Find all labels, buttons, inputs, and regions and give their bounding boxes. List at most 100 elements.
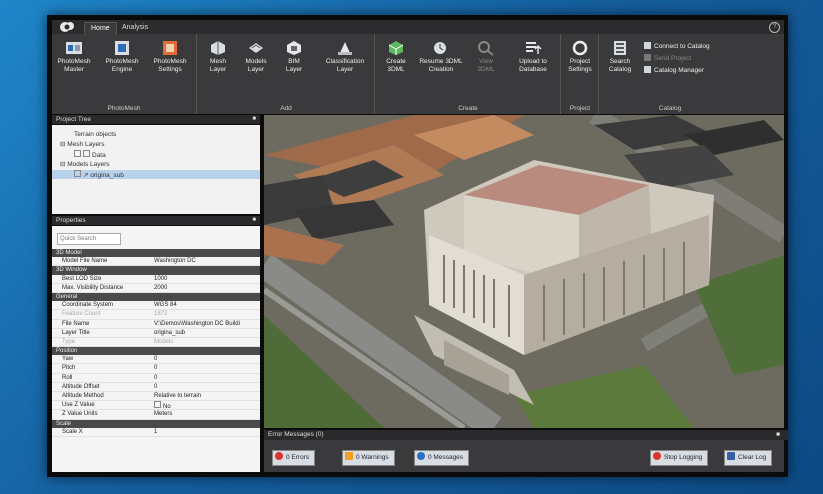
property-row[interactable]: Yaw 0 — [52, 355, 260, 365]
project-tree-header: Project Tree ■ — [52, 115, 260, 124]
checkbox-icon[interactable] — [74, 150, 81, 157]
pin-icon[interactable]: ■ — [252, 216, 256, 225]
property-row[interactable]: Scale X1 — [52, 428, 260, 437]
property-category[interactable]: 3D Window — [52, 266, 260, 275]
create-3dml-icon — [388, 41, 404, 55]
stop-logging-button[interactable]: Stop Logging — [650, 450, 709, 466]
property-row[interactable]: Best LOD Size 1000 — [52, 275, 260, 284]
tree-node-origina-sub[interactable]: ↗ origina_sub — [52, 170, 260, 179]
photomesh-settings-button[interactable]: PhotoMesh Settings — [152, 40, 188, 74]
upload-to-database-button[interactable]: Upload to Database — [512, 40, 554, 74]
tree-node-data[interactable]: Data — [74, 150, 106, 159]
photomesh-engine-icon — [115, 41, 129, 55]
warnings-filter-button[interactable]: 0 Warnings — [342, 450, 395, 466]
bim-layer-icon — [287, 41, 301, 55]
pin-icon[interactable]: ■ — [776, 430, 780, 440]
connect-to-catalog-button[interactable]: Connect to Catalog — [644, 42, 710, 52]
photomesh-master-icon — [66, 42, 82, 54]
property-row[interactable]: Altitude Offset 0 — [52, 383, 260, 392]
photomesh-settings-icon — [163, 41, 177, 55]
create-3dml-button[interactable]: Create 3DML — [378, 40, 414, 74]
mesh-layer-icon — [211, 41, 225, 55]
send-project-button[interactable]: Send Project — [644, 54, 691, 64]
property-row[interactable]: Model File Name Washington DC — [52, 257, 260, 267]
group-photomesh: PhotoMesh Master PhotoMesh Engine PhotoM… — [52, 34, 197, 114]
tab-analysis[interactable]: Analysis — [116, 22, 154, 34]
ribbon-tab-bar: Home Analysis ? — [52, 20, 784, 35]
property-row[interactable]: Coordinate System WGS 84 — [52, 301, 260, 311]
group-title-catalog: Catalog — [658, 105, 682, 112]
catalog-manager-button[interactable]: Catalog Manager — [644, 66, 704, 76]
clear-log-button[interactable]: Clear Log — [724, 450, 773, 466]
property-row[interactable]: File Name V:\Demos\Washington DC Buildi — [52, 320, 260, 329]
send-icon — [644, 54, 651, 61]
help-icon[interactable]: ? — [769, 22, 780, 33]
property-category[interactable]: 3D Model — [52, 249, 260, 258]
upload-icon — [526, 42, 542, 54]
layer-icon — [83, 150, 90, 157]
connect-icon — [644, 42, 651, 49]
classification-layer-icon — [338, 42, 352, 55]
resume-3dml-creation-button[interactable]: Resume 3DML Creation — [418, 40, 464, 74]
property-category[interactable]: Scale — [52, 419, 260, 428]
property-grid: 3D Model Model File Name Washington DC 3D… — [52, 249, 260, 437]
clear-icon — [727, 452, 735, 460]
group-title-add: Add — [280, 105, 292, 112]
classification-layer-button[interactable]: Classification Layer — [320, 40, 370, 74]
checkbox-icon[interactable] — [74, 170, 81, 177]
models-layer-icon — [249, 43, 263, 53]
expand-icon[interactable]: ⊟ — [60, 161, 65, 168]
view-3dml-button[interactable]: View 3DML — [468, 40, 504, 74]
mesh-layer-button[interactable]: Mesh Layer — [200, 40, 236, 74]
error-messages-header: Error Messages (0) ■ — [264, 430, 788, 440]
tree-node-terrain[interactable]: Terrain objects — [74, 130, 116, 139]
checkbox-icon[interactable] — [154, 401, 161, 409]
project-settings-button[interactable]: Project Settings — [562, 40, 598, 74]
property-category[interactable]: General — [52, 292, 260, 302]
properties-panel: Quick Search 3D Model Model File Name Was… — [52, 226, 260, 472]
photomesh-master-button[interactable]: PhotoMesh Master — [56, 40, 92, 74]
property-row[interactable]: Roll 0 — [52, 374, 260, 383]
group-project: Project Settings Project — [562, 34, 599, 114]
group-title-create: Create — [458, 105, 478, 112]
tree-node-models-layers[interactable]: ⊟ Models Layers — [60, 160, 110, 169]
properties-header: Properties ■ — [52, 216, 260, 225]
property-row[interactable]: Use Z Value No — [52, 401, 260, 411]
group-add: Mesh Layer Models Layer BIM Layer Classi… — [198, 34, 375, 114]
ribbon: Home Analysis ? PhotoMesh Master PhotoMe… — [52, 20, 784, 114]
property-row[interactable]: Layer Title origina_sub — [52, 329, 260, 338]
project-tree: Terrain objects ⊟ Mesh Layers Data ⊟ Mod… — [52, 125, 260, 214]
photomesh-engine-button[interactable]: PhotoMesh Engine — [104, 40, 140, 74]
property-row[interactable]: Feature Count 1872 — [52, 310, 260, 320]
aerial-city-scene — [264, 115, 784, 428]
warning-icon — [345, 452, 353, 460]
property-row[interactable]: Max. Visibility Distance 2000 — [52, 284, 260, 293]
search-catalog-button[interactable]: Search Catalog — [602, 40, 638, 74]
stop-icon — [653, 452, 661, 460]
search-catalog-icon — [614, 41, 626, 55]
resume-creation-icon — [434, 42, 446, 54]
expand-icon[interactable]: ⊟ — [60, 141, 65, 148]
info-icon — [417, 452, 425, 460]
property-row[interactable]: Type Models — [52, 338, 260, 348]
model-icon: ↗ — [83, 172, 89, 179]
pin-icon[interactable]: ■ — [252, 115, 256, 124]
messages-filter-button[interactable]: 0 Messages — [414, 450, 470, 466]
error-icon — [275, 452, 283, 460]
3d-viewport[interactable] — [264, 115, 784, 428]
models-layer-button[interactable]: Models Layer — [238, 40, 274, 74]
tree-node-mesh-layers[interactable]: ⊟ Mesh Layers — [60, 140, 104, 149]
group-title-project: Project — [569, 105, 591, 112]
app-logo-icon[interactable] — [58, 20, 80, 34]
property-category[interactable]: Position — [52, 347, 260, 356]
property-row[interactable]: Z Value Units Meters — [52, 410, 260, 420]
project-settings-icon — [572, 40, 588, 56]
view-3dml-icon — [478, 41, 494, 56]
quick-search-input[interactable]: Quick Search — [57, 233, 121, 245]
errors-filter-button[interactable]: 0 Errors — [272, 450, 316, 466]
group-title-photomesh: PhotoMesh — [107, 105, 141, 112]
property-row[interactable]: Pitch 0 — [52, 364, 260, 374]
group-create: Create 3DML Resume 3DML Creation View 3D… — [376, 34, 561, 114]
property-row[interactable]: Altitude Method Relative to terrain — [52, 392, 260, 402]
bim-layer-button[interactable]: BIM Layer — [276, 40, 312, 74]
